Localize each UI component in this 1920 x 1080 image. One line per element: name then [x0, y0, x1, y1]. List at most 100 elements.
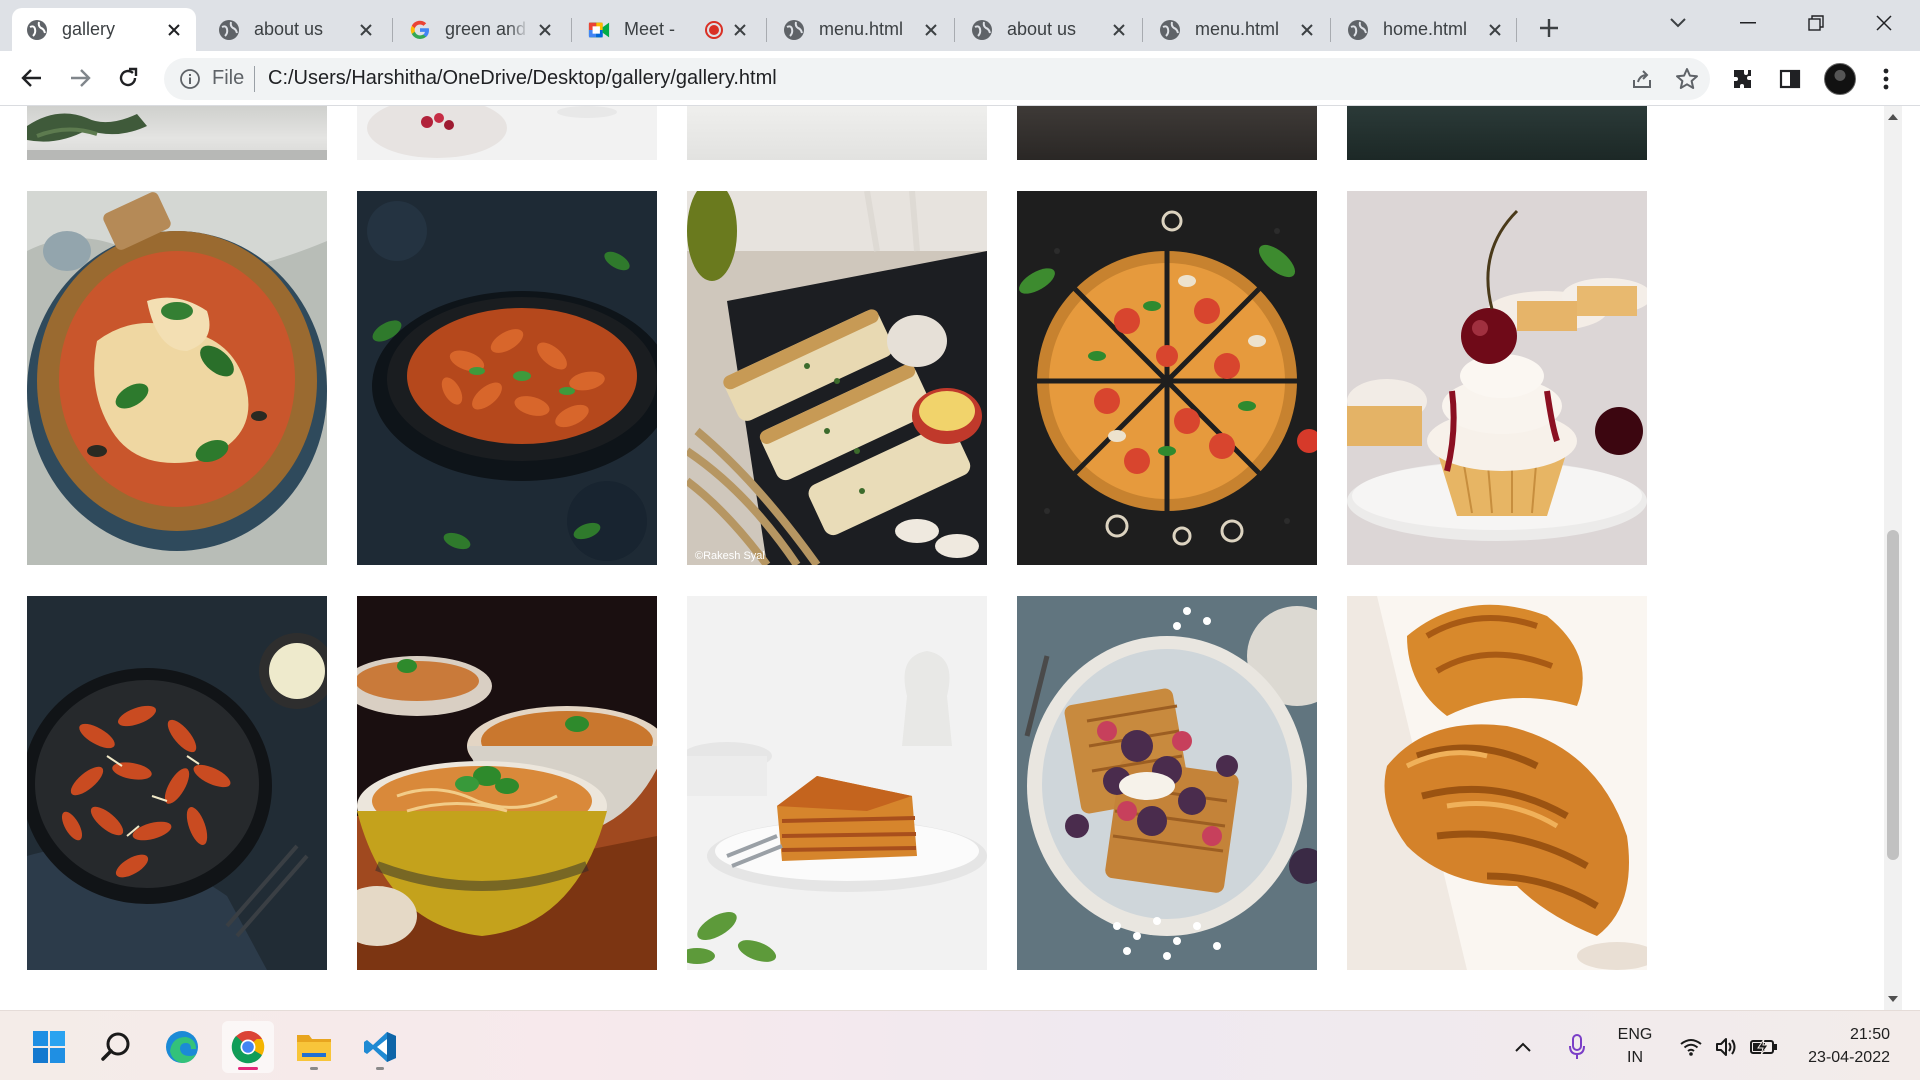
share-icon[interactable] — [1630, 67, 1654, 91]
watermark-text: ©Rakesh Syal — [695, 550, 765, 562]
address-divider — [254, 66, 255, 92]
tab-google-meet[interactable]: Meet - — [574, 8, 762, 51]
chevron-up-icon[interactable] — [1508, 1025, 1538, 1069]
file-chip: File — [212, 67, 245, 89]
close-icon[interactable] — [1109, 20, 1129, 40]
tab-separator — [571, 18, 572, 42]
tab-title: gallery — [62, 19, 116, 39]
gallery-image-fusilli-plate[interactable] — [27, 596, 327, 970]
close-icon[interactable] — [164, 20, 184, 40]
clock-date: 23-04-2022 — [1808, 1049, 1890, 1066]
forward-button[interactable] — [61, 59, 99, 97]
google-icon — [409, 19, 431, 41]
minimize-button[interactable] — [1718, 0, 1778, 46]
tab-title: home.html — [1383, 19, 1468, 39]
address-bar[interactable]: File C:/Users/Harshitha/OneDrive/Desktop… — [164, 58, 1710, 100]
info-icon[interactable] — [178, 67, 202, 91]
tab-menu-2[interactable]: menu.html — [1145, 8, 1329, 51]
language-indicator[interactable]: ENG IN — [1610, 1023, 1660, 1069]
tab-separator — [1330, 18, 1331, 42]
tab-menu[interactable]: menu.html — [769, 8, 953, 51]
battery-charging-icon[interactable] — [1748, 1025, 1780, 1069]
globe-icon — [1347, 19, 1369, 41]
url-text[interactable]: C:/Users/Harshitha/OneDrive/Desktop/gall… — [268, 67, 777, 90]
gallery-image-fusilli-pan[interactable] — [357, 191, 657, 565]
extensions-icon[interactable] — [1728, 64, 1758, 94]
tab-separator — [1142, 18, 1143, 42]
gallery-image-dark-table[interactable] — [1017, 106, 1317, 160]
vscode-icon[interactable] — [354, 1021, 406, 1073]
globe-icon — [26, 19, 48, 41]
open-app-indicator — [376, 1067, 384, 1070]
region-code: IN — [1627, 1049, 1643, 1066]
gallery-image-berry-waffles[interactable] — [1017, 596, 1317, 970]
close-icon[interactable] — [356, 20, 376, 40]
close-icon[interactable] — [730, 20, 750, 40]
tab-separator — [1516, 18, 1517, 42]
clock-time: 21:50 — [1849, 1026, 1890, 1043]
tab-title: menu.html — [819, 19, 904, 39]
tab-home[interactable]: home.html — [1333, 8, 1517, 51]
close-icon[interactable] — [535, 20, 555, 40]
restore-button[interactable] — [1786, 0, 1846, 46]
clock[interactable]: 21:50 23-04-2022 — [1790, 1023, 1900, 1069]
gallery-image-light-table[interactable] — [687, 106, 987, 160]
close-icon[interactable] — [921, 20, 941, 40]
chrome-icon[interactable] — [222, 1021, 274, 1073]
language-code: ENG — [1617, 1026, 1653, 1043]
gallery-image-croissants[interactable] — [1347, 596, 1647, 970]
gallery-image-sliced-pizza[interactable] — [1017, 191, 1317, 565]
vertical-scrollbar[interactable] — [1884, 106, 1902, 1010]
scrollbar-thumb[interactable] — [1887, 530, 1899, 860]
file-explorer-icon[interactable] — [288, 1021, 340, 1073]
globe-icon — [218, 19, 240, 41]
gallery-image-dark-green-table[interactable] — [1347, 106, 1647, 160]
tab-about-us-2[interactable]: about us — [957, 8, 1141, 51]
edge-icon[interactable] — [156, 1021, 208, 1073]
microphone-icon[interactable] — [1562, 1025, 1592, 1069]
tab-title: about us — [1007, 19, 1077, 39]
tab-google-search[interactable]: green and w — [395, 8, 567, 51]
close-window-button[interactable] — [1854, 0, 1914, 46]
active-app-indicator — [238, 1067, 258, 1070]
tab-title: about us — [254, 19, 324, 39]
gallery-image-berries-bowl[interactable] — [357, 106, 657, 160]
open-app-indicator — [310, 1067, 318, 1070]
gallery-image-margherita-pizza[interactable] — [27, 191, 327, 565]
close-icon[interactable] — [1485, 20, 1505, 40]
reload-button[interactable] — [109, 59, 147, 97]
side-panel-icon[interactable] — [1775, 64, 1805, 94]
tab-separator — [392, 18, 393, 42]
tab-separator — [766, 18, 767, 42]
recording-icon — [704, 20, 724, 40]
tab-gallery[interactable]: gallery — [12, 8, 196, 51]
tab-title: Meet - — [624, 19, 676, 39]
tab-search-button[interactable] — [1648, 0, 1708, 46]
menu-kebab-icon[interactable] — [1871, 64, 1901, 94]
tab-title: menu.html — [1195, 19, 1280, 39]
tab-separator — [954, 18, 955, 42]
windows-taskbar: ENG IN 21:50 23-04-2022 — [0, 1010, 1920, 1080]
back-button[interactable] — [13, 59, 51, 97]
bookmark-star-icon[interactable] — [1674, 66, 1700, 92]
globe-icon — [783, 19, 805, 41]
search-icon[interactable] — [90, 1021, 142, 1073]
tab-about-us[interactable]: about us — [204, 8, 388, 51]
tab-title: green and w — [445, 19, 529, 39]
speaker-icon[interactable] — [1712, 1025, 1742, 1069]
meet-icon — [588, 19, 610, 41]
start-icon[interactable] — [23, 1021, 75, 1073]
gallery-image-greens[interactable] — [27, 106, 327, 160]
new-tab-button[interactable] — [1533, 12, 1565, 44]
gallery-image-spaghetti-bowls[interactable] — [357, 596, 657, 970]
close-icon[interactable] — [1297, 20, 1317, 40]
scroll-down-arrow-icon[interactable] — [1884, 990, 1902, 1008]
scroll-up-arrow-icon[interactable] — [1884, 108, 1902, 126]
gallery-image-lasagna[interactable] — [687, 596, 987, 970]
avatar[interactable] — [1824, 63, 1856, 95]
gallery-image-garlic-bread[interactable]: ©Rakesh Syal — [687, 191, 987, 565]
globe-icon — [971, 19, 993, 41]
wifi-icon[interactable] — [1676, 1025, 1706, 1069]
browser-toolbar: File C:/Users/Harshitha/OneDrive/Desktop… — [0, 51, 1920, 106]
gallery-image-cherry-cupcake[interactable] — [1347, 191, 1647, 565]
